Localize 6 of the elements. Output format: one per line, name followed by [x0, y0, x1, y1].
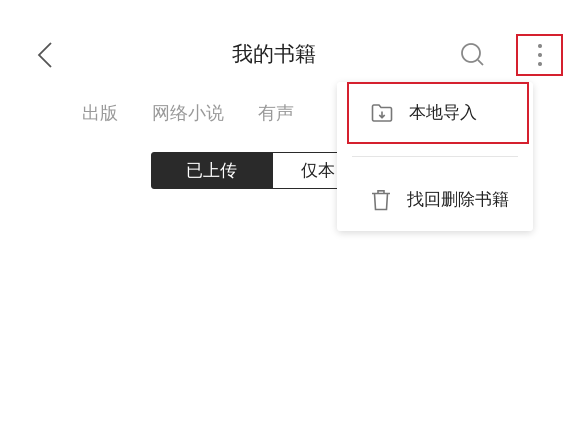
trash-icon — [371, 189, 391, 211]
more-button[interactable] — [516, 34, 563, 76]
folder-download-icon — [371, 103, 393, 123]
menu-item[interactable]: 本地导入 — [347, 82, 529, 144]
page-title: 我的书籍 — [232, 42, 316, 68]
segment-tab[interactable]: 已上传 — [151, 152, 272, 189]
